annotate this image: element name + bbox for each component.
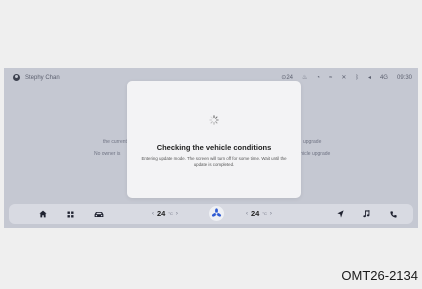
- volume-icon: ◂: [367, 75, 371, 81]
- apps-icon[interactable]: [65, 209, 75, 219]
- phone-icon[interactable]: [388, 209, 398, 219]
- right-temp-up-icon[interactable]: ›: [270, 211, 272, 217]
- update-dialog: Checking the vehicle conditions Entering…: [127, 81, 301, 198]
- background-text-left-2: No owner is: [94, 151, 121, 157]
- wifi-icon: ≈: [329, 74, 333, 81]
- mute-icon: ✕: [341, 75, 347, 81]
- background-text-right-1: upgrade: [303, 139, 322, 145]
- navigation-icon[interactable]: [335, 209, 345, 219]
- left-temp-up-icon[interactable]: ›: [176, 211, 178, 217]
- dialog-title: Checking the vehicle conditions: [156, 143, 272, 152]
- user-profile[interactable]: Stephy Chan: [13, 74, 60, 81]
- outside-temperature: ⊙24: [281, 75, 293, 81]
- figure-code: OMT26-2134: [341, 268, 418, 283]
- fan-button[interactable]: [209, 206, 224, 221]
- left-temperature-control[interactable]: ‹ 24 °C ›: [152, 209, 178, 218]
- status-icons: ⊙24 ♨ ◔ ≈ ✕ ᛒ ◂ 4G 09:30: [281, 74, 412, 82]
- right-temp-down-icon[interactable]: ‹: [246, 211, 248, 217]
- seat-icon: ◔: [316, 74, 321, 81]
- fan-icon: [211, 208, 222, 217]
- background-text-left-1: the current: [103, 139, 127, 145]
- car-icon[interactable]: [93, 209, 105, 219]
- clock: 09:30: [396, 74, 412, 81]
- home-icon[interactable]: [38, 209, 48, 219]
- person-icon: [13, 74, 20, 81]
- left-temp-down-icon[interactable]: ‹: [152, 211, 154, 217]
- bottom-dock: ‹ 24 °C › ‹ 24 °C ›: [9, 204, 413, 224]
- music-icon[interactable]: [361, 209, 371, 219]
- bluetooth-icon: ᛒ: [355, 74, 359, 81]
- right-temperature-value: 24: [251, 209, 260, 218]
- left-temperature-unit: °C: [168, 211, 173, 216]
- right-temperature-unit: °C: [262, 211, 267, 216]
- user-name: Stephy Chan: [25, 74, 60, 81]
- infotainment-screen: Stephy Chan ⊙24 ♨ ◔ ≈ ✕ ᛒ ◂ 4G 09:30 the…: [4, 68, 418, 228]
- left-temperature-value: 24: [157, 209, 166, 218]
- dialog-message: Entering update mode. The screen will tu…: [141, 156, 287, 167]
- right-temperature-control[interactable]: ‹ 24 °C ›: [246, 209, 272, 218]
- steering-heat-icon: ♨: [302, 75, 308, 81]
- signal-indicator: 4G: [379, 74, 388, 81]
- spinner-icon: [209, 115, 219, 125]
